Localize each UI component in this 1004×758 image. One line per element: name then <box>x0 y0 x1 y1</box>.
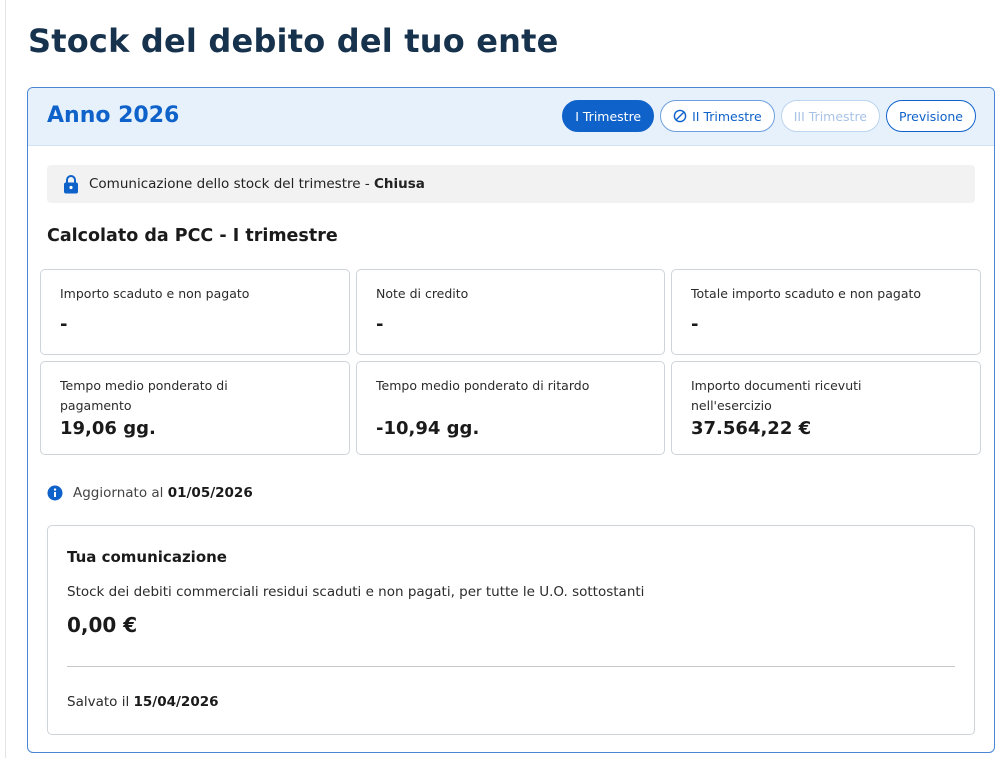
metric-value: -10,94 gg. <box>376 418 480 439</box>
communication-title: Tua comunicazione <box>67 548 227 566</box>
metric-label: Importo scaduto e non pagato <box>60 286 250 301</box>
page-title: Stock del debito del tuo ente <box>28 22 559 60</box>
quarter-tabs: I Trimestre II Trimestre III Trimestre P… <box>562 100 976 132</box>
updated-prefix: Aggiornato al <box>73 485 164 501</box>
year-card-header: Anno 2026 I Trimestre II Trimestre III T… <box>28 88 994 146</box>
updated-text: Aggiornato al 01/05/2026 <box>73 485 253 501</box>
metric-importo-scaduto: Importo scaduto e non pagato - <box>40 269 350 355</box>
tab-ii-trimestre[interactable]: II Trimestre <box>660 100 775 132</box>
notice-text: Comunicazione dello stock del trimestre … <box>89 176 425 192</box>
tab-label: I Trimestre <box>575 108 642 124</box>
metric-label: Totale importo scaduto e non pagato <box>691 286 922 301</box>
notice-label: Comunicazione dello stock del trimestre … <box>89 176 374 192</box>
tab-iii-trimestre: III Trimestre <box>780 100 880 132</box>
metric-label: Importo documenti ricevuti nell'esercizi… <box>691 376 862 416</box>
communication-card: Tua comunicazione Stock dei debiti comme… <box>47 525 975 735</box>
communication-saved: Salvato il 15/04/2026 <box>67 694 219 710</box>
saved-date: 15/04/2026 <box>133 694 219 710</box>
metric-note-credito: Note di credito - <box>356 269 665 355</box>
updated-info: Aggiornato al 01/05/2026 <box>47 485 253 501</box>
lock-icon <box>64 175 78 194</box>
metric-tempo-pagamento: Tempo medio ponderato di pagamento 19,06… <box>40 361 350 455</box>
quarter-status-notice: Comunicazione dello stock del trimestre … <box>47 165 975 203</box>
metric-label: Tempo medio ponderato di pagamento <box>60 376 228 416</box>
metric-label-line: Tempo medio ponderato di <box>60 378 228 393</box>
metric-value: - <box>60 314 68 335</box>
metric-label-line: pagamento <box>60 398 132 413</box>
metric-value: 19,06 gg. <box>60 418 156 439</box>
updated-date: 01/05/2026 <box>167 485 253 501</box>
metric-value: - <box>376 314 384 335</box>
circle-slash-icon <box>673 109 687 123</box>
communication-description: Stock dei debiti commerciali residui sca… <box>67 584 645 600</box>
saved-prefix: Salvato il <box>67 694 130 710</box>
left-rule <box>5 0 6 758</box>
year-title: Anno 2026 <box>47 103 180 128</box>
pcc-section-title: Calcolato da PCC - I trimestre <box>47 226 338 246</box>
tab-label: Previsione <box>899 108 963 124</box>
metric-totale-importo: Totale importo scaduto e non pagato - <box>671 269 981 355</box>
metric-importo-documenti: Importo documenti ricevuti nell'esercizi… <box>671 361 981 455</box>
metric-label: Tempo medio ponderato di ritardo <box>376 378 590 393</box>
info-icon <box>47 485 63 501</box>
tab-previsione[interactable]: Previsione <box>886 100 976 132</box>
metric-label: Note di credito <box>376 286 469 301</box>
tab-i-trimestre[interactable]: I Trimestre <box>562 100 655 132</box>
metric-label-line: nell'esercizio <box>691 398 772 413</box>
notice-status: Chiusa <box>374 176 425 192</box>
metric-tempo-ritardo: Tempo medio ponderato di ritardo -10,94 … <box>356 361 665 455</box>
year-card: Anno 2026 I Trimestre II Trimestre III T… <box>27 87 995 753</box>
tab-label: III Trimestre <box>793 108 867 124</box>
tab-label: II Trimestre <box>692 108 762 124</box>
divider <box>67 666 955 667</box>
metric-value: 37.564,22 € <box>691 418 812 439</box>
metric-value: - <box>691 314 699 335</box>
metric-label-line: Importo documenti ricevuti <box>691 378 862 393</box>
communication-amount: 0,00 € <box>67 613 138 637</box>
